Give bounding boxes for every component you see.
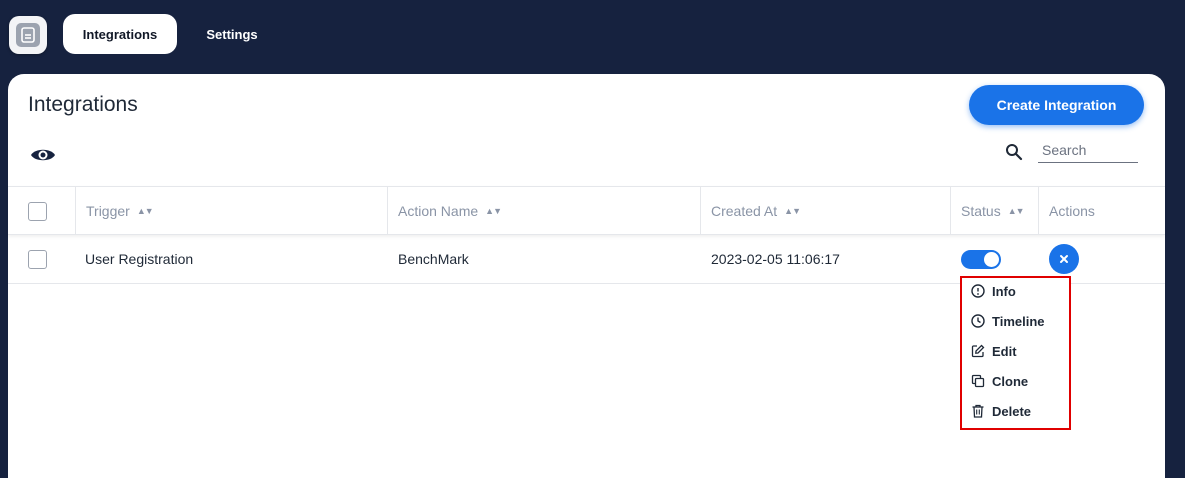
column-header-created-at[interactable]: Created At ▲▼	[700, 187, 950, 235]
row-checkbox[interactable]	[28, 250, 47, 269]
menu-item-clone[interactable]: Clone	[962, 366, 1069, 396]
column-label: Actions	[1049, 203, 1095, 219]
page-title: Integrations	[28, 93, 138, 116]
actions-menu-button[interactable]	[1049, 244, 1079, 274]
eye-icon[interactable]	[30, 146, 56, 164]
menu-item-label: Delete	[992, 403, 1032, 419]
menu-item-label: Info	[992, 283, 1016, 299]
sort-icon[interactable]: ▲▼	[1008, 206, 1025, 216]
trash-icon	[972, 404, 984, 418]
menu-item-delete[interactable]: Delete	[962, 396, 1069, 426]
search-icon[interactable]	[1005, 143, 1023, 161]
column-label: Trigger	[86, 203, 130, 219]
column-label: Status	[961, 203, 1001, 219]
select-all-checkbox[interactable]	[28, 202, 47, 221]
table-header: Trigger ▲▼ Action Name ▲▼ Created At ▲▼ Sta…	[8, 186, 1165, 235]
close-icon	[1060, 255, 1068, 263]
app-logo[interactable]	[9, 16, 47, 54]
tab-settings[interactable]: Settings	[190, 14, 274, 54]
status-toggle[interactable]	[961, 250, 1001, 269]
menu-item-label: Timeline	[992, 313, 1045, 329]
toggle-knob	[984, 252, 999, 267]
column-header-actions: Actions	[1038, 187, 1165, 235]
top-navbar: Integrations Settings	[0, 0, 1185, 74]
row-actions-dropdown: Info Timeline Edit Clone Delete	[960, 276, 1071, 430]
menu-item-timeline[interactable]: Timeline	[962, 306, 1069, 336]
column-label: Created At	[711, 203, 778, 219]
column-header-trigger[interactable]: Trigger ▲▼	[75, 187, 387, 235]
menu-item-label: Clone	[992, 373, 1029, 389]
column-header-status[interactable]: Status ▲▼	[950, 187, 1038, 235]
cell-created-at: 2023-02-05 11:06:17	[711, 251, 840, 267]
cell-trigger: User Registration	[85, 251, 194, 267]
info-icon	[971, 284, 985, 298]
column-header-action-name[interactable]: Action Name ▲▼	[387, 187, 700, 235]
menu-item-edit[interactable]: Edit	[962, 336, 1069, 366]
create-integration-button[interactable]: Create Integration	[969, 85, 1144, 125]
edit-icon	[971, 344, 985, 358]
sort-icon[interactable]: ▲▼	[784, 206, 801, 216]
logo-icon	[16, 23, 40, 47]
column-label: Action Name	[398, 203, 479, 219]
clock-icon	[971, 314, 985, 328]
search-input[interactable]	[1038, 138, 1138, 163]
sort-icon[interactable]: ▲▼	[137, 206, 154, 216]
menu-item-info[interactable]: Info	[962, 276, 1069, 306]
menu-item-label: Edit	[992, 343, 1017, 359]
cell-action-name: BenchMark	[398, 251, 469, 267]
sort-icon[interactable]: ▲▼	[485, 206, 502, 216]
clone-icon	[971, 374, 985, 388]
tab-integrations[interactable]: Integrations	[63, 14, 177, 54]
